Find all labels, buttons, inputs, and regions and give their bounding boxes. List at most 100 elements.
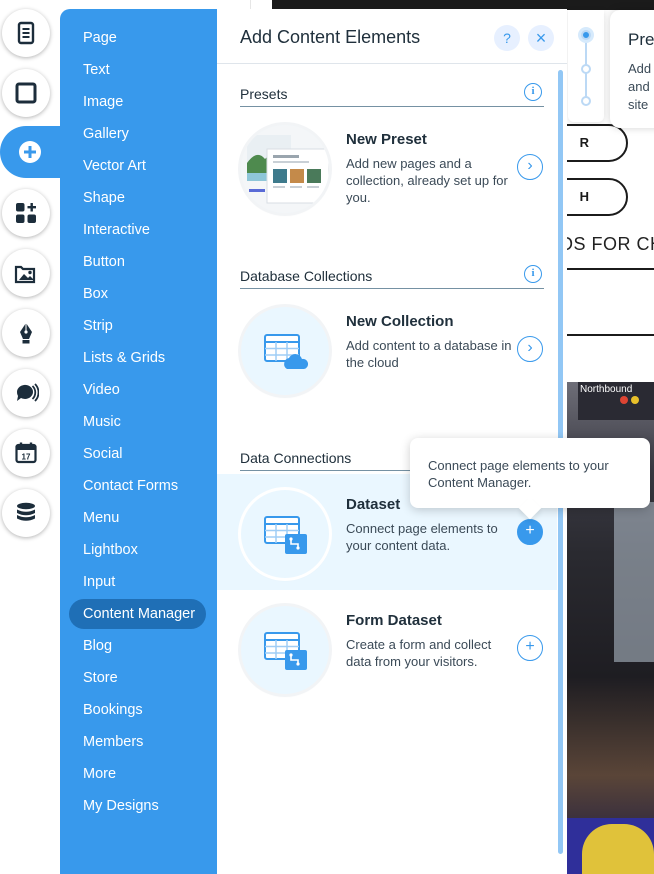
- info-icon[interactable]: i: [524, 83, 542, 101]
- preview-line-2: and: [628, 79, 650, 94]
- item-title: Dataset: [346, 496, 401, 513]
- dataset-tooltip: Connect page elements to your Content Ma…: [410, 438, 650, 508]
- item-title: Form Dataset: [346, 612, 442, 629]
- category-box[interactable]: Box: [83, 286, 108, 302]
- item-description: Add new pages and a collection, already …: [346, 156, 508, 205]
- item-description: Connect page elements to your content da…: [346, 521, 498, 553]
- stepper-step-1[interactable]: [581, 30, 591, 40]
- item-form-dataset[interactable]: Form Dataset Create a form and collect d…: [217, 590, 557, 706]
- section-divider: [240, 288, 544, 289]
- rail-database-button[interactable]: [2, 489, 50, 537]
- tooltip-text: Connect page elements to your Content Ma…: [428, 458, 609, 490]
- help-button[interactable]: ?: [494, 25, 520, 51]
- rail-bookings-button[interactable]: 17: [2, 429, 50, 477]
- add-icon[interactable]: +: [517, 519, 543, 545]
- add-icon[interactable]: +: [517, 635, 543, 661]
- stepper-step-3[interactable]: [581, 96, 591, 106]
- category-video[interactable]: Video: [83, 382, 120, 398]
- rail-add-button[interactable]: [0, 126, 60, 178]
- category-image[interactable]: Image: [83, 94, 123, 110]
- item-new-collection[interactable]: New Collection Add content to a database…: [217, 291, 557, 407]
- media-icon: [14, 265, 36, 284]
- category-lists-and-grids[interactable]: Lists & Grids: [83, 350, 165, 366]
- panel-title: Add Content Elements: [240, 27, 421, 47]
- site-divider-1: [560, 268, 654, 270]
- app-market-icon: [16, 203, 36, 223]
- section-title-data-connections: Data Connections: [240, 450, 352, 466]
- chevron-right-icon[interactable]: ›: [517, 336, 543, 362]
- photo-yellow-shape: [582, 824, 654, 874]
- pages-icon: [17, 21, 35, 45]
- category-music[interactable]: Music: [83, 414, 121, 430]
- category-shape[interactable]: Shape: [83, 190, 125, 206]
- panel-header: Add Content Elements ? ×: [217, 9, 567, 64]
- category-social[interactable]: Social: [83, 446, 123, 462]
- stepper-step-2[interactable]: [581, 64, 591, 74]
- site-heading: DS FOR CH: [560, 234, 654, 254]
- site-divider-2: [560, 334, 654, 336]
- section-title-presets: Presets: [240, 86, 288, 102]
- preview-line-1: Add: [628, 61, 652, 76]
- item-new-preset[interactable]: New Preset Add new pages and a collectio…: [217, 109, 557, 225]
- category-button[interactable]: Button: [83, 254, 125, 270]
- category-members[interactable]: Members: [83, 734, 143, 750]
- chevron-right-icon[interactable]: ›: [517, 154, 543, 180]
- category-input[interactable]: Input: [83, 574, 115, 590]
- category-lightbox[interactable]: Lightbox: [83, 542, 138, 558]
- preview-stepper: [568, 10, 604, 122]
- category-blog[interactable]: Blog: [83, 638, 112, 654]
- form-dataset-thumbnail: [241, 606, 329, 694]
- category-my-designs[interactable]: My Designs: [83, 798, 159, 814]
- category-store[interactable]: Store: [83, 670, 118, 686]
- chat-icon: [16, 383, 39, 402]
- category-text[interactable]: Text: [83, 62, 110, 78]
- sign-light-red: [620, 396, 628, 404]
- background-icon: [15, 82, 37, 104]
- sign-light-yellow: [631, 396, 639, 404]
- category-vector-art[interactable]: Vector Art: [83, 158, 146, 174]
- close-button[interactable]: ×: [528, 25, 554, 51]
- category-more[interactable]: More: [83, 766, 116, 782]
- pen-icon: [20, 323, 32, 344]
- dataset-icon: [264, 516, 307, 554]
- rail-pen-button[interactable]: [2, 309, 50, 357]
- preset-preview-image: [241, 125, 329, 213]
- category-content-manager[interactable]: Content Manager: [83, 606, 195, 622]
- category-contact-forms[interactable]: Contact Forms: [83, 478, 178, 494]
- item-description: Add content to a database in the cloud: [346, 338, 512, 370]
- dataset-thumbnail: [241, 490, 329, 578]
- preview-line-3: site: [628, 97, 649, 112]
- collection-thumbnail: [241, 307, 329, 395]
- add-icon: [19, 141, 41, 163]
- form-dataset-icon: [264, 632, 307, 670]
- section-divider: [240, 106, 544, 107]
- rail-media-button[interactable]: [2, 249, 50, 297]
- info-icon[interactable]: i: [524, 265, 542, 283]
- cloud-table-icon: [264, 334, 309, 369]
- category-bookings[interactable]: Bookings: [83, 702, 143, 718]
- item-title: New Preset: [346, 131, 427, 148]
- preview-card-text: Add and site: [628, 60, 651, 114]
- category-page[interactable]: Page: [83, 30, 117, 46]
- rail-chat-button[interactable]: [2, 369, 50, 417]
- category-interactive[interactable]: Interactive: [83, 222, 150, 238]
- rail-app-market-button[interactable]: [2, 189, 50, 237]
- database-icon: [17, 502, 35, 521]
- item-title: New Collection: [346, 313, 454, 330]
- preview-card-title: Pre: [628, 30, 654, 49]
- photo-sign: Northbound: [578, 382, 654, 420]
- category-strip[interactable]: Strip: [83, 318, 113, 334]
- photo-panel: [614, 502, 654, 662]
- preset-thumbnail: [241, 125, 329, 213]
- category-gallery[interactable]: Gallery: [83, 126, 129, 142]
- photo-sign-text: Northbound: [580, 384, 633, 395]
- rail-background-button[interactable]: [2, 69, 50, 117]
- bookings-calendar-icon: 17: [15, 442, 37, 464]
- item-description: Create a form and collect data from your…: [346, 637, 492, 669]
- svg-text:17: 17: [22, 453, 31, 462]
- category-list: Page Text Image Gallery Vector Art Shape Inter…: [60, 9, 217, 874]
- section-title-database-collections: Database Collections: [240, 268, 373, 284]
- rail-pages-button[interactable]: [2, 9, 50, 57]
- category-menu[interactable]: Menu: [83, 510, 119, 526]
- preview-card: Pre Add and site: [610, 10, 654, 128]
